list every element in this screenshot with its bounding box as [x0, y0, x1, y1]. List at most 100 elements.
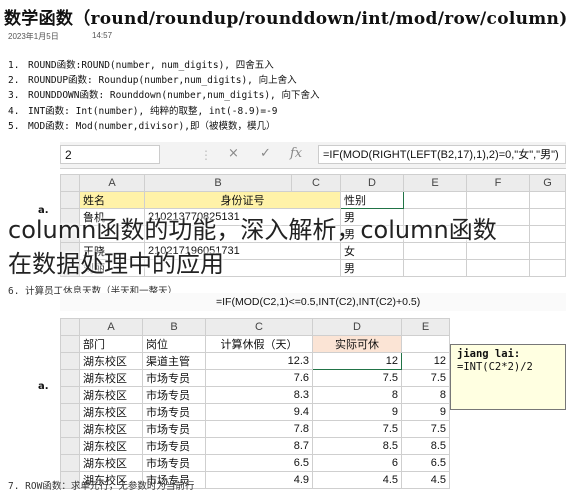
cell[interactable]: 8.5: [401, 437, 450, 455]
row-header[interactable]: [60, 369, 80, 387]
note-date: 2023年1月5日: [8, 32, 59, 41]
cell[interactable]: [529, 242, 566, 260]
cell[interactable]: [403, 191, 467, 209]
cell[interactable]: 9: [401, 403, 450, 421]
note-time: 14:57: [92, 31, 113, 40]
cell[interactable]: [401, 335, 450, 353]
cell[interactable]: 市场专员: [142, 454, 206, 472]
cell[interactable]: 实际可休: [312, 335, 402, 353]
cell[interactable]: 9.4: [205, 403, 313, 421]
cell[interactable]: 9: [312, 403, 402, 421]
formula-bar: =IF(MOD(C2,1)<=0.5,INT(C2),INT(C2)+0.5): [60, 293, 566, 311]
cell[interactable]: 渠道主管: [142, 352, 206, 370]
col-header[interactable]: G: [529, 174, 566, 192]
name-box[interactable]: 2: [60, 145, 160, 164]
col-header[interactable]: E: [403, 174, 467, 192]
cell[interactable]: 12: [312, 352, 402, 370]
grid-2: A B C D E 部门 岗位 计算休假（天） 实际可休 湖东校区 渠道主管 1…: [60, 318, 450, 489]
cell[interactable]: 12: [401, 352, 450, 370]
cell[interactable]: [529, 208, 566, 226]
cell[interactable]: [529, 191, 566, 209]
col-header[interactable]: B: [144, 174, 292, 192]
cell[interactable]: 市场专员: [142, 403, 206, 421]
function-item: 1. ROUND函数:ROUND(number, num_digits), 四舍五…: [8, 60, 274, 71]
cell[interactable]: 湖东校区: [79, 369, 143, 387]
function-list: 1. ROUND函数:ROUND(number, num_digits), 四舍五…: [8, 58, 320, 134]
col-header[interactable]: C: [205, 318, 313, 336]
cell[interactable]: 4.9: [205, 471, 313, 489]
function-item: 5. MOD函数: Mod(number,divisor),即（被模数，模几）: [8, 120, 276, 132]
cell[interactable]: [466, 191, 530, 209]
cell[interactable]: 8.5: [312, 437, 402, 455]
cell[interactable]: 计算休假（天）: [205, 335, 313, 353]
cell[interactable]: 湖东校区: [79, 386, 143, 404]
cell[interactable]: 市场专员: [142, 386, 206, 404]
cell[interactable]: [529, 225, 566, 243]
page-title: 数学函数（round/roundup/rounddown/int/mod/row…: [4, 9, 566, 29]
cell[interactable]: 岗位: [142, 335, 206, 353]
cell[interactable]: 7.5: [401, 420, 450, 438]
row-header[interactable]: [60, 335, 80, 353]
row-header[interactable]: [60, 352, 80, 370]
cell[interactable]: 6.5: [401, 454, 450, 472]
col-header[interactable]: F: [466, 174, 530, 192]
formula-input[interactable]: =IF(MOD(C2,1)<=0.5,INT(C2),INT(C2)+0.5): [216, 293, 420, 311]
comment-author: jiang lai:: [457, 348, 521, 360]
row-header[interactable]: [60, 454, 80, 472]
cell[interactable]: 部门: [79, 335, 143, 353]
drag-handle-icon[interactable]: ⋮: [200, 148, 212, 162]
section-label: a.: [38, 381, 49, 392]
cell[interactable]: 7.5: [312, 369, 402, 387]
col-header[interactable]: E: [401, 318, 450, 336]
cell[interactable]: 湖东校区: [79, 454, 143, 472]
cell[interactable]: 市场专员: [142, 420, 206, 438]
formula-input[interactable]: =IF(MOD(RIGHT(LEFT(B2,17),1),2)=0,"女","男…: [318, 145, 566, 164]
comment-tooltip: jiang lai: =INT(C2*2)/2: [450, 344, 566, 410]
col-header[interactable]: B: [142, 318, 206, 336]
comment-text: =INT(C2*2)/2: [457, 361, 533, 373]
overlay-line: 在数据处理中的应用: [8, 250, 224, 278]
col-header[interactable]: C: [291, 174, 341, 192]
row-header[interactable]: [60, 420, 80, 438]
cell[interactable]: 7.5: [401, 369, 450, 387]
row-header[interactable]: [60, 191, 80, 209]
row-header[interactable]: [60, 437, 80, 455]
corner-cell[interactable]: [60, 318, 80, 336]
col-header[interactable]: A: [79, 174, 145, 192]
cell[interactable]: 4.5: [401, 471, 450, 489]
function-item: 2. ROUNDUP函数: Roundup(number,num_digits),…: [8, 75, 297, 87]
cell[interactable]: 6.5: [205, 454, 313, 472]
cell[interactable]: 身份证号: [144, 191, 341, 209]
cell[interactable]: 6: [312, 454, 402, 472]
confirm-icon[interactable]: ✓: [260, 146, 271, 161]
cell[interactable]: [529, 259, 566, 277]
cell[interactable]: 4.5: [312, 471, 402, 489]
cell[interactable]: 湖东校区: [79, 352, 143, 370]
cell[interactable]: 市场专员: [142, 369, 206, 387]
cell[interactable]: 7.6: [205, 369, 313, 387]
cell[interactable]: 8.7: [205, 437, 313, 455]
col-header[interactable]: A: [79, 318, 143, 336]
cell[interactable]: 姓名: [79, 191, 145, 209]
cancel-icon[interactable]: ×: [228, 146, 239, 161]
cell[interactable]: 市场专员: [142, 437, 206, 455]
cell[interactable]: 7.8: [205, 420, 313, 438]
col-header[interactable]: D: [312, 318, 402, 336]
cell[interactable]: 8.3: [205, 386, 313, 404]
cell[interactable]: 湖东校区: [79, 403, 143, 421]
formula-bar: 2 ⋮ × ✓ fx =IF(MOD(RIGHT(LEFT(B2,17),1),…: [60, 142, 566, 169]
corner-cell[interactable]: [60, 174, 80, 192]
cell[interactable]: 8: [312, 386, 402, 404]
cell[interactable]: 7.5: [312, 420, 402, 438]
cell[interactable]: 湖东校区: [79, 420, 143, 438]
row-header[interactable]: [60, 386, 80, 404]
cell[interactable]: 湖东校区: [79, 437, 143, 455]
row-header[interactable]: [60, 403, 80, 421]
function-item: 3. ROUNDDOWN函数: Rounddown(number,num_digi…: [8, 90, 320, 102]
function-item: 4. INT函数: Int(number), 纯粹的取整, int(-8.9)=-…: [8, 105, 278, 117]
col-header[interactable]: D: [340, 174, 404, 192]
cell[interactable]: 8: [401, 386, 450, 404]
cell[interactable]: 性别: [340, 191, 404, 209]
cell[interactable]: 12.3: [205, 352, 313, 370]
fx-icon[interactable]: fx: [290, 146, 302, 161]
